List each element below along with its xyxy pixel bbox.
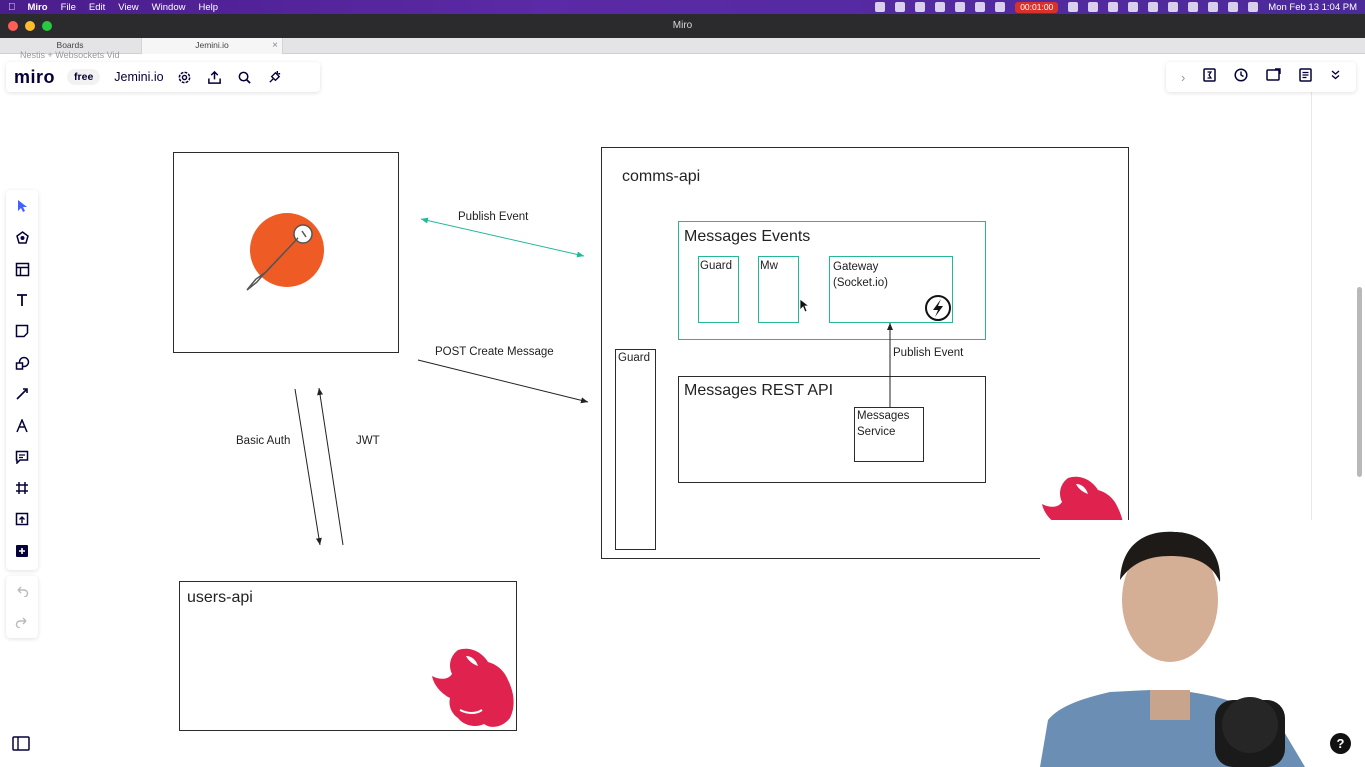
search-icon[interactable]: [236, 68, 254, 86]
upload-icon[interactable]: [13, 510, 31, 528]
notes-icon[interactable]: [1299, 67, 1312, 87]
more-chevron-icon[interactable]: [1330, 68, 1341, 86]
jwt-label: JWT: [356, 435, 380, 447]
undo-icon[interactable]: [13, 582, 31, 600]
plan-badge[interactable]: free: [67, 69, 101, 85]
miro-top-right-toolbar: ›: [1166, 62, 1356, 92]
frame-grid-icon[interactable]: [13, 260, 31, 278]
basic-auth-label: Basic Auth: [236, 435, 291, 447]
select-icon[interactable]: [13, 197, 31, 215]
vertical-scrollbar[interactable]: [1357, 287, 1362, 477]
share-upload-icon[interactable]: [206, 68, 224, 86]
frame-icon[interactable]: [13, 479, 31, 497]
comment-icon[interactable]: [13, 448, 31, 466]
shapes-icon[interactable]: [13, 354, 31, 372]
undo-redo-toolbar: [6, 576, 38, 638]
settings-icon[interactable]: [176, 68, 194, 86]
miro-top-toolbar: miro free Jemini.io: [6, 62, 320, 92]
miro-logo[interactable]: miro: [14, 67, 55, 88]
redo-icon[interactable]: [13, 613, 31, 631]
help-button[interactable]: ?: [1330, 733, 1351, 754]
add-more-icon[interactable]: [13, 542, 31, 560]
present-icon[interactable]: [1266, 67, 1281, 87]
integrations-icon[interactable]: [266, 68, 284, 86]
post-create-message-label: POST Create Message: [435, 346, 554, 358]
board-panel-icon[interactable]: [12, 736, 30, 752]
board-name[interactable]: Jemini.io: [114, 70, 163, 84]
webcam-presenter-overlay: [1040, 520, 1320, 767]
mouse-cursor-icon: [799, 298, 809, 313]
text-icon[interactable]: [13, 291, 31, 309]
creation-toolbar: [6, 190, 38, 570]
draw-icon[interactable]: [13, 417, 31, 435]
timer-count-icon[interactable]: [1203, 67, 1216, 87]
publish-event-inner-label: Publish Event: [893, 347, 964, 359]
clock-icon[interactable]: [1234, 67, 1248, 87]
publish-event-outer-label: Publish Event: [458, 211, 529, 223]
sticky-note-icon[interactable]: [13, 322, 31, 340]
templates-icon[interactable]: [13, 228, 31, 246]
collapse-chevron-icon[interactable]: ›: [1181, 70, 1185, 85]
pen-line-icon[interactable]: [13, 385, 31, 403]
